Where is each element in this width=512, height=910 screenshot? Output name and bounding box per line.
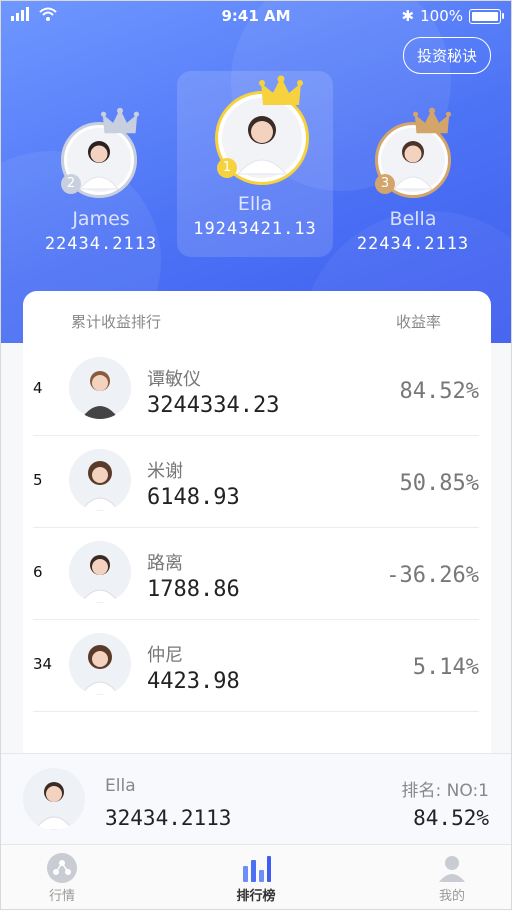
row-amount: 6148.93 [147,485,240,510]
cumulative-earnings-label: 累计收益排行 [71,313,162,331]
bluetooth-icon: ✱ [401,7,415,25]
rank-badge-1: 1 [217,158,237,178]
row-name: 米谢 [147,461,183,482]
ranking-list-header: 累计收益排行 收益率 [23,291,491,343]
my-avatar [23,768,85,830]
row-rank: 4 [33,379,43,397]
row-rate: 84.52% [399,379,479,404]
tab-market-label: 行情 [48,889,75,904]
my-name: Ella [105,776,136,796]
my-rank-label: 排名: NO:1 [401,781,489,801]
avatar [69,449,131,511]
tab-ranking[interactable]: 排行榜 [211,851,301,904]
first-place-name: Ella [237,193,273,215]
gold-crown-icon [259,75,303,105]
row-rate: 5.14% [412,655,479,680]
row-name: 谭敏仪 [147,369,201,390]
market-icon [47,853,77,883]
avatar [69,357,131,419]
row-rank: 5 [33,471,43,489]
row-rank: 34 [33,655,53,673]
battery-icon [469,8,504,24]
my-rate: 84.52% [413,806,489,830]
first-place-info: Ella 19243421.13 [177,193,333,239]
list-item[interactable]: 34 仲尼 4423.98 5.14% [33,619,479,712]
row-rate: -36.26% [386,563,479,588]
row-rank: 6 [33,563,43,581]
avatar [69,541,131,603]
profile-icon [439,856,465,882]
first-place-value: 19243421.13 [193,219,317,239]
ranking-icon [243,856,271,882]
rank-badge-2: 2 [61,174,81,194]
row-rate: 50.85% [399,471,479,496]
third-place-value: 22434.2113 [356,234,470,254]
tab-ranking-label: 排行榜 [236,889,276,904]
status-bar: 9:41 AM ✱ 100% [1,1,511,31]
app-frame: 9:41 AM ✱ 100% 投资秘诀 1 Ella 19243421.13 2… [0,0,512,910]
list-item[interactable]: 6 路离 1788.86 -36.26% [33,527,479,620]
rank-badge-3: 3 [375,174,395,194]
third-place-name: Bella [389,208,437,230]
silver-crown-icon [101,107,139,134]
second-place-value: 22434.2113 [44,234,158,254]
row-amount: 1788.86 [147,577,240,602]
avatar [69,633,131,695]
tab-market[interactable]: 行情 [17,851,107,904]
my-rank-bar[interactable]: Ella 32434.2113 排名: NO:1 84.52% [1,753,511,844]
row-name: 路离 [147,553,183,574]
second-place-info: James 22434.2113 [23,208,179,254]
return-rate-label: 收益率 [395,313,441,331]
row-amount: 3244334.23 [147,393,280,418]
tab-profile-label: 我的 [438,889,465,904]
battery-percent: 100% [420,7,463,25]
list-item[interactable]: 4 谭敏仪 3244334.23 84.52% [33,343,479,436]
my-amount: 32434.2113 [105,806,232,830]
bronze-crown-icon [413,107,451,134]
list-item[interactable]: 5 米谢 6148.93 50.85% [33,435,479,528]
row-amount: 4423.98 [147,669,240,694]
tab-profile[interactable]: 我的 [407,851,497,904]
third-place-info: Bella 22434.2113 [335,208,491,254]
second-place-name: James [72,208,130,230]
tab-bar: 行情 排行榜 我的 [1,844,511,909]
investment-tips-button[interactable]: 投资秘诀 [402,37,491,74]
row-name: 仲尼 [147,645,183,666]
